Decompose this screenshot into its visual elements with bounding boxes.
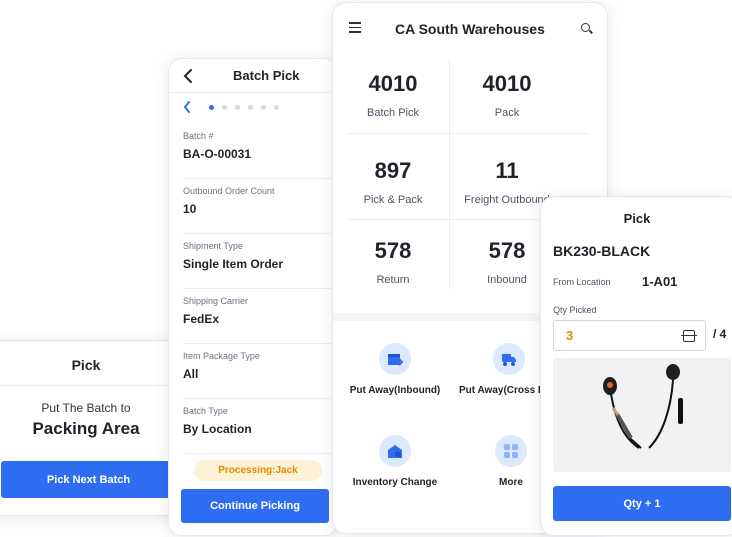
field-value: 10 bbox=[183, 202, 197, 216]
divider bbox=[347, 133, 589, 134]
search-icon[interactable] bbox=[581, 23, 590, 32]
qty-total: / 4 bbox=[713, 327, 727, 341]
page-dot bbox=[222, 104, 227, 110]
batch-type-field: Batch Type By Location bbox=[183, 406, 337, 436]
location-label: From Location bbox=[553, 277, 611, 287]
stat-label: Pack bbox=[494, 107, 520, 119]
field-label: Shipping Carrier bbox=[183, 296, 249, 306]
stat-batch-pick[interactable]: 4010 Batch Pick bbox=[333, 71, 453, 119]
shipping-carrier-field: Shipping Carrier FedEx bbox=[183, 296, 337, 326]
page-dot-active bbox=[209, 104, 214, 110]
batch-number-field: Batch # BA-O-00031 bbox=[183, 131, 337, 161]
warehouse-title: CA South Warehouses bbox=[395, 21, 545, 37]
page-indicator[interactable] bbox=[183, 99, 287, 115]
action-label: Put Away(Inbound) bbox=[349, 385, 441, 396]
screen-title: Batch Pick bbox=[233, 68, 300, 83]
field-label: Shipment Type bbox=[183, 241, 243, 251]
grid-icon bbox=[495, 435, 527, 467]
status-badge: Processing:Jack bbox=[194, 460, 322, 481]
qty-picked-input[interactable]: 3 bbox=[553, 320, 706, 351]
divider bbox=[183, 453, 337, 454]
inventory-change-action[interactable]: Inventory Change bbox=[345, 435, 445, 488]
stat-value: 4010 bbox=[482, 71, 532, 96]
sku-label: BK230-BLACK bbox=[553, 243, 651, 259]
order-count-field: Outbound Order Count 10 bbox=[183, 186, 337, 216]
action-label: Inventory Change bbox=[352, 477, 438, 488]
divider bbox=[183, 288, 337, 289]
field-value: FedEx bbox=[183, 312, 220, 326]
batch-pick-screen: Batch Pick Batch # BA-O-00031 Outbound O… bbox=[168, 58, 338, 536]
stat-pack[interactable]: 4010 Pack bbox=[447, 71, 567, 119]
page-dot bbox=[248, 104, 253, 110]
truck-icon bbox=[493, 343, 525, 375]
field-label: Batch # bbox=[183, 131, 214, 141]
page-dot bbox=[235, 104, 240, 110]
pick-item-screen: Pick BK230-BLACK From Location 1-A01 Qty… bbox=[540, 196, 732, 536]
screen-title: Pick bbox=[623, 211, 651, 226]
pick-complete-screen: Pick Put The Batch to Packing Area Pick … bbox=[0, 340, 186, 516]
continue-picking-button[interactable]: Continue Picking bbox=[181, 489, 329, 523]
divider bbox=[183, 233, 337, 234]
page-dot bbox=[261, 104, 266, 110]
warehouse-icon bbox=[379, 435, 411, 467]
screen-title: Pick bbox=[71, 357, 101, 373]
header: Batch Pick bbox=[169, 59, 337, 93]
field-value: BA-O-00031 bbox=[183, 147, 252, 161]
scan-icon[interactable] bbox=[681, 330, 697, 342]
qty-picked-label: Qty Picked bbox=[553, 305, 597, 315]
header: CA South Warehouses bbox=[333, 3, 607, 55]
divider bbox=[0, 385, 185, 386]
stat-value: 578 bbox=[374, 238, 412, 263]
divider bbox=[183, 178, 337, 179]
field-value: Single Item Order bbox=[183, 257, 284, 271]
stat-return[interactable]: 578 Return bbox=[333, 238, 453, 286]
stat-label: Batch Pick bbox=[367, 107, 419, 119]
field-value: All bbox=[183, 367, 199, 381]
qty-plus-one-button[interactable]: Qty + 1 bbox=[553, 486, 731, 521]
divider bbox=[183, 343, 337, 344]
field-label: Batch Type bbox=[183, 406, 228, 416]
chevron-left-icon[interactable] bbox=[183, 101, 191, 113]
page-dot bbox=[274, 104, 279, 110]
field-label: Item Package Type bbox=[183, 351, 260, 361]
field-label: Outbound Order Count bbox=[183, 186, 275, 196]
shipment-type-field: Shipment Type Single Item Order bbox=[183, 241, 337, 271]
stat-label: Return bbox=[376, 274, 410, 286]
divider bbox=[183, 398, 337, 399]
qty-value: 3 bbox=[566, 328, 574, 343]
instruction-text: Put The Batch to bbox=[41, 401, 131, 415]
stat-label: Pick & Pack bbox=[363, 194, 423, 206]
field-value: By Location bbox=[183, 422, 252, 436]
stat-value: 897 bbox=[374, 158, 412, 183]
stat-pick-and-pack[interactable]: 897 Pick & Pack bbox=[333, 158, 453, 206]
pick-next-batch-button[interactable]: Pick Next Batch bbox=[1, 461, 176, 498]
location-value: 1-A01 bbox=[642, 274, 678, 289]
package-type-field: Item Package Type All bbox=[183, 351, 337, 381]
put-away-icon bbox=[379, 343, 411, 375]
hamburger-menu-icon[interactable] bbox=[349, 22, 361, 36]
stat-value: 11 bbox=[495, 158, 519, 183]
stat-value: 4010 bbox=[368, 71, 418, 96]
earphones-image bbox=[553, 358, 731, 472]
put-away-inbound-action[interactable]: Put Away(Inbound) bbox=[345, 343, 445, 396]
destination-text: Packing Area bbox=[32, 419, 140, 438]
chevron-left-icon[interactable] bbox=[183, 68, 193, 84]
